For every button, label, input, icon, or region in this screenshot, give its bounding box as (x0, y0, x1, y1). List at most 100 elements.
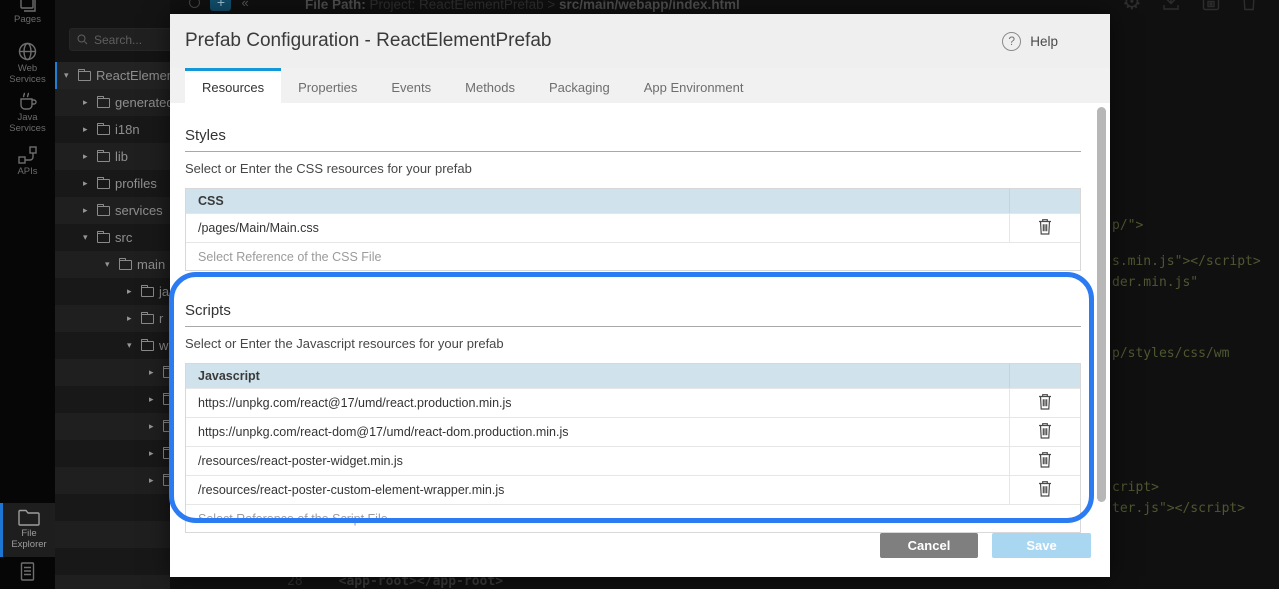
chevron-down-icon[interactable]: ▾ (127, 340, 136, 351)
resource-path: https://unpkg.com/react@17/umd/react.pro… (186, 396, 1009, 410)
gear-icon[interactable]: ⚙ (1122, 0, 1142, 13)
code-fragment: p/"> (1112, 218, 1143, 233)
search-input[interactable] (94, 33, 170, 47)
tree-item[interactable]: ▸lib (55, 143, 170, 170)
save-icon[interactable] (1200, 0, 1222, 13)
tree-row-empty (55, 494, 170, 521)
tree-item[interactable]: ▸ (55, 359, 170, 386)
tree-item[interactable]: ▾w (55, 332, 170, 359)
sidebar-item-file-explorer[interactable]: File Explorer (0, 503, 55, 557)
folder-icon (141, 341, 154, 351)
tree-item[interactable]: ▸ (55, 467, 170, 494)
chevron-down-icon[interactable]: ▾ (83, 232, 92, 243)
table-row: /resources/react-poster-widget.min.js (186, 446, 1080, 475)
tree-item[interactable]: ▸ (55, 440, 170, 467)
tree-item[interactable]: ▸ (55, 413, 170, 440)
tree-item[interactable]: ▸profiles (55, 170, 170, 197)
chevron-right-icon[interactable]: ▸ (149, 475, 158, 486)
download-icon[interactable] (1160, 0, 1182, 13)
tree-item[interactable]: ▾main (55, 251, 170, 278)
folder-icon (119, 260, 132, 270)
sidebar-item-apis[interactable]: APIs (0, 146, 55, 178)
tab-properties[interactable]: Properties (281, 68, 374, 103)
code-fragment: s.min.js"></script> (1112, 254, 1261, 269)
css-reference-input[interactable]: Select Reference of the CSS File (186, 242, 1080, 270)
folder-icon (141, 287, 154, 297)
help-label: Help (1030, 34, 1058, 49)
sidebar-item-java-services[interactable]: Java Services (0, 92, 55, 135)
folder-icon (163, 368, 170, 378)
tab-events[interactable]: Events (374, 68, 448, 103)
chevron-right-icon[interactable]: ▸ (149, 394, 158, 405)
chevron-right-icon[interactable]: ▸ (83, 178, 92, 189)
tree-item[interactable]: ▾src (55, 224, 170, 251)
folder-icon (141, 314, 154, 324)
tree-item[interactable]: ▸r (55, 305, 170, 332)
chevron-right-icon[interactable]: ▸ (149, 448, 158, 459)
folder-icon (97, 98, 110, 108)
table-row: /resources/react-poster-custom-element-w… (186, 475, 1080, 504)
chevron-down-icon[interactable]: ▾ (105, 259, 114, 270)
delete-row-button[interactable] (1036, 391, 1054, 415)
save-button[interactable]: Save (992, 533, 1091, 558)
tree-item[interactable]: ▸ (55, 386, 170, 413)
folder-icon (18, 509, 40, 526)
globe-icon (18, 42, 37, 61)
file-path-value: src/main/webapp/index.html (559, 0, 740, 12)
dialog-scrollbar[interactable] (1097, 107, 1106, 502)
table-row: /pages/Main/Main.css (186, 213, 1080, 242)
chevron-right-icon[interactable]: ▸ (83, 151, 92, 162)
trash-icon (1038, 451, 1052, 468)
chevron-right-icon[interactable]: ▸ (149, 367, 158, 378)
folder-icon (97, 233, 110, 243)
styles-description: Select or Enter the CSS resources for yo… (185, 161, 1081, 176)
add-button[interactable]: + (210, 0, 231, 11)
tree-item[interactable]: ▸ja (55, 278, 170, 305)
code-fragment: ter.js"></script> (1112, 501, 1245, 516)
help-button[interactable]: ? Help (1002, 32, 1058, 51)
search-icon (77, 34, 88, 45)
tree-item[interactable]: ▸i18n (55, 116, 170, 143)
resource-path: /resources/react-poster-widget.min.js (186, 454, 1009, 468)
delete-row-button[interactable] (1036, 420, 1054, 444)
tree-item[interactable]: ▾ReactElemen (55, 62, 170, 89)
tab-resources[interactable]: Resources (185, 68, 281, 103)
resource-path: https://unpkg.com/react-dom@17/umd/react… (186, 425, 1009, 439)
trash-icon (1038, 422, 1052, 439)
pages-icon (19, 0, 37, 12)
refresh-icon[interactable] (189, 0, 200, 8)
tab-methods[interactable]: Methods (448, 68, 532, 103)
left-icon-rail: Pages Web Services Java Services APIs Fi… (0, 0, 55, 589)
trash-icon[interactable] (1240, 0, 1258, 13)
resource-path: /pages/Main/Main.css (186, 221, 1009, 235)
column-header: Javascript (186, 369, 1009, 383)
delete-row-button[interactable] (1036, 216, 1054, 240)
search-box[interactable] (69, 28, 170, 51)
tree-item[interactable]: ▸services (55, 197, 170, 224)
code-fragment: der.min.js" (1112, 275, 1198, 290)
actions-column (1009, 364, 1080, 388)
chevron-right-icon[interactable]: ▸ (83, 205, 92, 216)
rail-label: Pages (14, 15, 41, 26)
script-reference-input[interactable]: Select Reference of the Script File (186, 504, 1080, 532)
chevron-right-icon[interactable]: ▸ (83, 97, 92, 108)
delete-row-button[interactable] (1036, 478, 1054, 502)
delete-row-button[interactable] (1036, 449, 1054, 473)
folder-icon (97, 152, 110, 162)
chevron-right-icon[interactable]: ▸ (149, 421, 158, 432)
tab-packaging[interactable]: Packaging (532, 68, 627, 103)
cancel-button[interactable]: Cancel (880, 533, 978, 558)
chevron-right-icon[interactable]: ▸ (83, 124, 92, 135)
sidebar-item-web-services[interactable]: Web Services (0, 42, 55, 86)
chevron-right-icon[interactable]: ▸ (127, 313, 136, 324)
collapse-panel-icon[interactable]: « (241, 0, 248, 10)
api-connector-icon (18, 146, 37, 164)
folder-icon (163, 476, 170, 486)
sidebar-item-pages[interactable]: Pages (0, 0, 55, 26)
tree-item[interactable]: ▸generated (55, 89, 170, 116)
tab-app-environment[interactable]: App Environment (627, 68, 761, 103)
sidebar-item-document[interactable] (0, 562, 55, 581)
chevron-down-icon[interactable]: ▾ (64, 70, 73, 81)
chevron-right-icon[interactable]: ▸ (127, 286, 136, 297)
app-screen: Pages Web Services Java Services APIs Fi… (0, 0, 1279, 589)
